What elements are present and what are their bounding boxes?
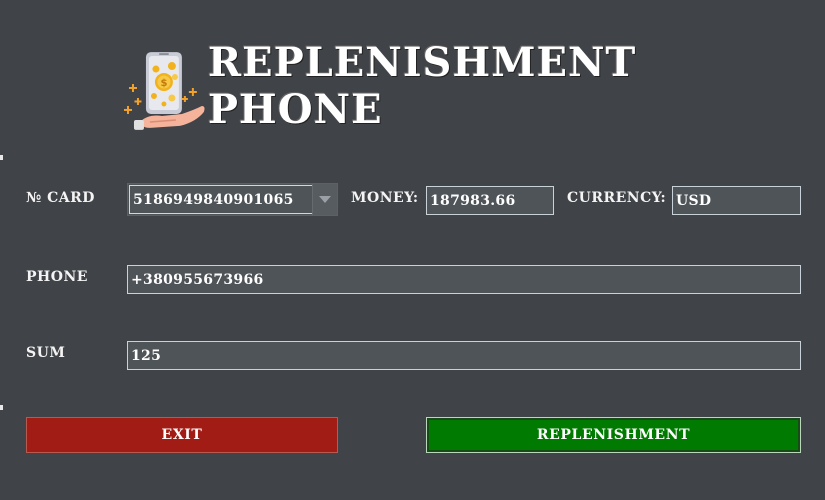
window-edge-mark: [0, 155, 3, 160]
phone-label: PHONE: [26, 269, 88, 285]
sum-field[interactable]: 125: [127, 341, 801, 370]
chevron-down-icon[interactable]: [312, 184, 337, 215]
card-label: № CARD: [26, 190, 95, 206]
window-edge-mark: [0, 405, 3, 410]
replenish-button[interactable]: REPLENISHMENT: [426, 417, 801, 453]
header: $ REPLENISHMENT PHONE: [120, 39, 825, 134]
phone-money-icon: $: [123, 52, 205, 130]
card-select[interactable]: 5186949840901065: [127, 183, 338, 216]
svg-text:$: $: [160, 78, 167, 89]
money-label: MONEY:: [351, 190, 419, 206]
sum-label: SUM: [26, 345, 66, 361]
currency-field[interactable]: USD: [672, 186, 801, 215]
page-title: REPLENISHMENT PHONE: [207, 39, 637, 133]
money-field[interactable]: 187983.66: [426, 186, 554, 215]
card-select-value[interactable]: 5186949840901065: [129, 185, 313, 214]
exit-button[interactable]: EXIT: [26, 417, 338, 453]
phone-field[interactable]: +380955673966: [127, 265, 801, 294]
currency-label: CURRENCY:: [567, 190, 667, 206]
